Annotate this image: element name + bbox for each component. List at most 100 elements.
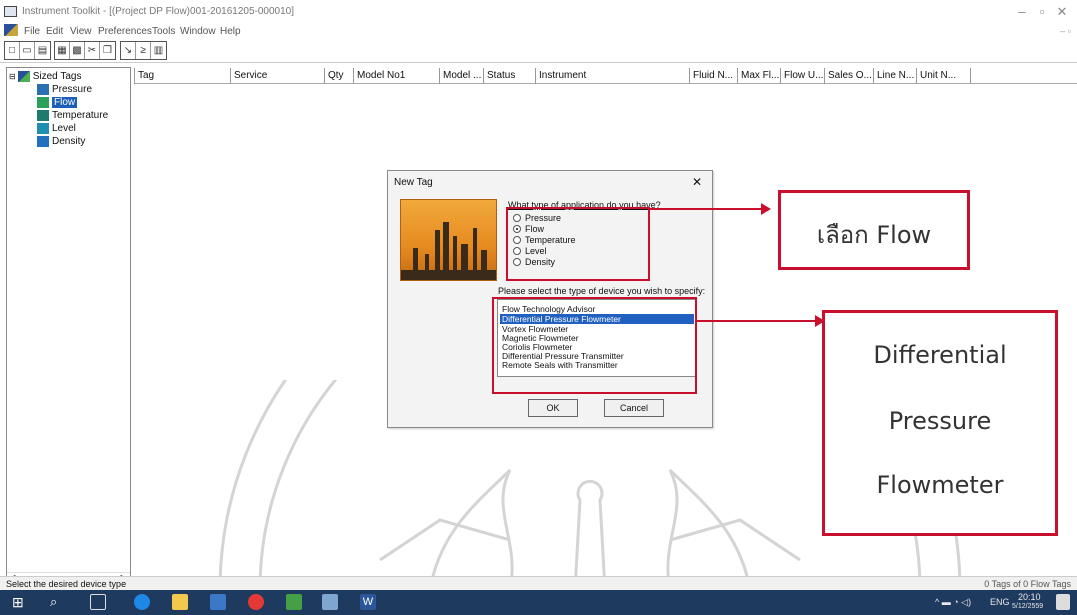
clock-time[interactable]: 20:10 xyxy=(1018,592,1041,602)
notifications-icon[interactable] xyxy=(1056,594,1070,610)
tree-item-flow[interactable]: Flow xyxy=(37,96,78,109)
clock-date[interactable]: 5/12/2559 xyxy=(1012,603,1043,610)
grid-icon[interactable]: ▩ xyxy=(70,42,85,59)
column-header[interactable]: Fluid N... xyxy=(689,68,737,84)
column-header[interactable]: Qty xyxy=(324,68,353,84)
tree-item-label: Density xyxy=(52,136,86,147)
edge-icon[interactable] xyxy=(134,594,150,610)
device-callout-line: Differential xyxy=(873,341,1007,369)
language-indicator[interactable]: ENG xyxy=(990,597,1010,607)
column-header[interactable]: Line N... xyxy=(873,68,916,84)
temperature-icon xyxy=(37,110,49,121)
mdi-window-controls[interactable]: – ▫ xyxy=(1060,26,1071,36)
columns-icon[interactable]: ▥ xyxy=(151,42,166,59)
density-icon xyxy=(37,136,49,147)
file-explorer-icon[interactable] xyxy=(172,594,188,610)
arrow-to-device-callout xyxy=(697,320,817,322)
new-icon[interactable]: □ xyxy=(5,42,20,59)
collapse-icon[interactable]: ⊟ xyxy=(9,72,16,81)
file-toolbar-group: □ ▭ ▤ xyxy=(4,41,51,60)
search-icon[interactable]: ⌕ xyxy=(50,594,66,610)
column-header[interactable]: Flow U... xyxy=(780,68,824,84)
windows-taskbar: ⊞ ⌕ W ^ ▬ ◔ ◁) ENG 20:10 5/12/2559 xyxy=(0,590,1077,615)
tags-grid-header: Tag Service Qty Model No1 Model ... Stat… xyxy=(134,68,1077,84)
tree-item-pressure[interactable]: Pressure xyxy=(37,83,92,96)
dialog-title: New Tag xyxy=(394,177,433,188)
flow-callout-text: เลือก Flow xyxy=(816,221,932,249)
flow-option-highlight xyxy=(506,207,650,281)
instrument-toolkit-icon[interactable] xyxy=(322,594,338,610)
copy-icon[interactable]: ❐ xyxy=(100,42,115,59)
open-icon[interactable]: ▭ xyxy=(20,42,35,59)
store-icon[interactable] xyxy=(210,594,226,610)
device-callout-line: Pressure xyxy=(888,407,992,435)
tree-item-label: Level xyxy=(52,123,76,134)
print-icon[interactable]: ▤ xyxy=(35,42,50,59)
restore-button[interactable]: ▫ xyxy=(1032,4,1052,19)
column-header[interactable]: Service xyxy=(230,68,324,84)
arrow-to-flow-callout xyxy=(650,208,763,210)
tree-item-temperature[interactable]: Temperature xyxy=(37,109,108,122)
task-view-icon[interactable] xyxy=(90,594,106,610)
menu-file[interactable]: File xyxy=(24,26,40,37)
menu-help[interactable]: Help xyxy=(220,26,241,37)
edit-toolbar-group: ▦ ▩ ✂ ❐ xyxy=(54,41,116,60)
menu-preferences[interactable]: Preferences xyxy=(98,26,152,37)
pressure-icon xyxy=(37,84,49,95)
tree-item-label: Temperature xyxy=(52,110,109,121)
column-header[interactable]: Model No1 xyxy=(353,68,439,84)
menu-view[interactable]: View xyxy=(70,26,92,37)
tag-tree[interactable]: ⊟ Sized Tags Pressure Flow Temperature L… xyxy=(6,67,131,587)
flow-icon xyxy=(37,97,49,108)
tree-item-label: Pressure xyxy=(52,84,93,95)
column-header[interactable]: Unit N... xyxy=(916,68,971,84)
refinery-silhouette xyxy=(401,222,496,280)
close-button[interactable]: ✕ xyxy=(1052,4,1072,20)
minimize-button[interactable]: – xyxy=(1012,4,1032,19)
column-header[interactable]: Tag xyxy=(134,68,230,84)
column-header[interactable]: Sales O... xyxy=(824,68,873,84)
tree-item-density[interactable]: Density xyxy=(37,135,85,148)
word-icon[interactable]: W xyxy=(360,594,376,610)
menu-edit[interactable]: Edit xyxy=(46,26,63,37)
device-prompt: Please select the type of device you wis… xyxy=(498,286,706,296)
title-bar: Instrument Toolkit - [(Project DP Flow)0… xyxy=(0,0,1077,22)
cancel-button[interactable]: Cancel xyxy=(604,399,664,417)
arrow-head-icon xyxy=(761,203,771,215)
dialog-close-button[interactable]: ✕ xyxy=(692,175,702,189)
column-header[interactable]: Status xyxy=(483,68,535,84)
tree-item-label: Flow xyxy=(52,97,78,108)
app-icon xyxy=(4,6,17,17)
column-header[interactable]: Instrument xyxy=(535,68,689,84)
column-header[interactable]: Max Fl... xyxy=(737,68,780,84)
menu-tools[interactable]: Tools xyxy=(152,26,175,37)
menu-window[interactable]: Window xyxy=(180,26,216,37)
tree-root[interactable]: ⊟ Sized Tags xyxy=(9,70,81,83)
status-bar: Select the desired device type 0 Tags of… xyxy=(0,576,1077,590)
tray-icons[interactable]: ^ ▬ ◔ ◁) xyxy=(935,597,971,608)
tag-count: 0 Tags of 0 Flow Tags xyxy=(984,579,1071,589)
ok-button[interactable]: OK xyxy=(528,399,578,417)
tree-item-level[interactable]: Level xyxy=(37,122,76,135)
window-title: Instrument Toolkit - [(Project DP Flow)0… xyxy=(22,6,294,17)
start-icon[interactable]: ⊞ xyxy=(12,594,28,610)
folder-icon xyxy=(17,71,30,82)
document-icon[interactable] xyxy=(4,24,18,36)
device-callout: Differential Pressure Flowmeter xyxy=(822,310,1058,536)
sort-icon[interactable]: ↘ xyxy=(121,42,136,59)
tools-toolbar-group: ↘ ≥ ▥ xyxy=(120,41,167,60)
filter-icon[interactable]: ≥ xyxy=(136,42,151,59)
device-callout-line: Flowmeter xyxy=(876,471,1004,499)
cut-icon[interactable]: ✂ xyxy=(85,42,100,59)
menu-bar: File Edit View Preferences Tools Window … xyxy=(0,22,1077,39)
status-message: Select the desired device type xyxy=(6,579,127,589)
refinery-image xyxy=(400,199,497,281)
add-tag-icon[interactable]: ▦ xyxy=(55,42,70,59)
toolbar: □ ▭ ▤ ▦ ▩ ✂ ❐ ↘ ≥ ▥ xyxy=(0,39,1077,63)
column-header[interactable]: Model ... xyxy=(439,68,483,84)
tree-root-label: Sized Tags xyxy=(32,71,82,82)
app-icon-green[interactable] xyxy=(286,594,302,610)
chrome-icon[interactable] xyxy=(248,594,264,610)
flow-callout: เลือก Flow xyxy=(778,190,970,270)
device-list-highlight xyxy=(492,297,697,394)
